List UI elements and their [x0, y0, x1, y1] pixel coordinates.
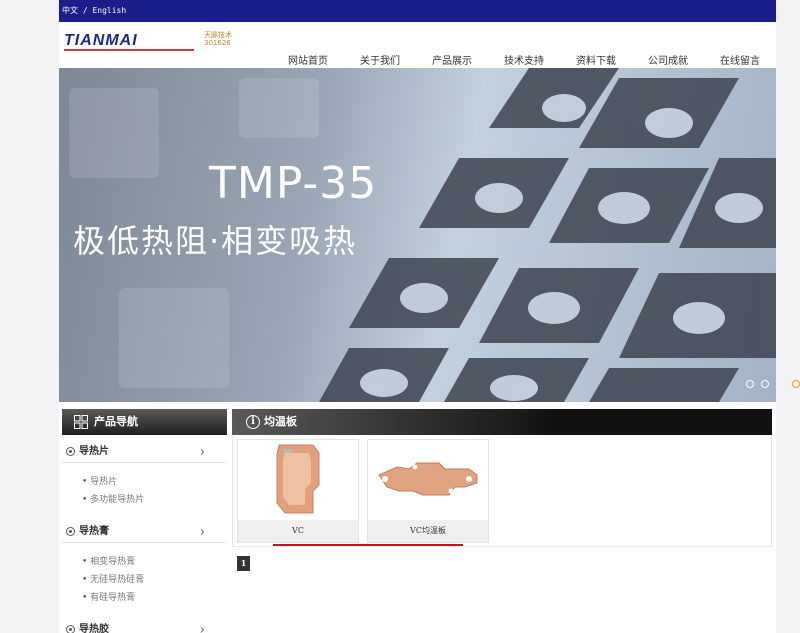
- info-icon: i: [246, 415, 260, 429]
- sidebar-item[interactable]: 相变导热膏: [82, 553, 227, 571]
- product-label: VC: [238, 520, 358, 542]
- sidebar-category-label: 导热片: [79, 446, 109, 457]
- sidebar-item[interactable]: 无硅导热硅膏: [82, 571, 227, 589]
- page: 中文 / English TIANMAI 天脉技术 301626 网站首页 关于…: [59, 0, 776, 633]
- banner-subtitle: 极低热阻·相变吸热: [73, 222, 358, 260]
- banner-title: TMP-35: [209, 158, 378, 209]
- language-switch[interactable]: 中文 / English: [62, 6, 126, 15]
- sidebar-category-glue[interactable]: 导热胶 ›: [62, 619, 227, 633]
- radio-icon: [66, 447, 75, 456]
- product-image-vc: [239, 441, 357, 521]
- logo[interactable]: TIANMAI 天脉技术 301626: [64, 30, 244, 52]
- main-content: i 均温板 VC VC均温板 1: [232, 409, 772, 571]
- product-card[interactable]: VC: [237, 439, 359, 543]
- nav-home[interactable]: 网站首页: [272, 52, 344, 67]
- sidebar-sublist-paste: 相变导热膏 无硅导热硅膏 有硅导热膏: [62, 543, 227, 613]
- nav-message[interactable]: 在线留言: [704, 52, 776, 67]
- nav-support[interactable]: 技术支持: [488, 52, 560, 67]
- sidebar-item[interactable]: 有硅导热膏: [82, 589, 227, 607]
- product-card[interactable]: VC均温板: [367, 439, 489, 543]
- sidebar-sublist-pads: 导热片 多功能导热片: [62, 463, 227, 515]
- nav-products[interactable]: 产品展示: [416, 52, 488, 67]
- logo-underline: [64, 49, 194, 51]
- section-title: 均温板: [264, 415, 297, 428]
- sidebar-category-paste[interactable]: 导热膏 ›: [62, 521, 227, 543]
- pagination-current[interactable]: 1: [237, 556, 250, 571]
- grid-icon: [74, 415, 88, 429]
- nav-achievements[interactable]: 公司成就: [632, 52, 704, 67]
- sidebar-title: 产品导航: [94, 415, 138, 428]
- product-image-vc-plate: [369, 441, 487, 521]
- active-underline: [273, 544, 463, 546]
- product-label: VC均温板: [368, 520, 488, 542]
- logo-badge: 天脉技术 301626: [204, 31, 232, 47]
- sidebar-item[interactable]: 导热片: [82, 473, 227, 491]
- hero-banner[interactable]: TMP-35 极低热阻·相变吸热: [59, 68, 776, 402]
- radio-icon: [66, 625, 75, 633]
- chevron-right-icon: ›: [199, 524, 205, 540]
- product-grid: VC VC均温板: [232, 435, 772, 547]
- carousel-dot-1[interactable]: [746, 380, 754, 388]
- header: TIANMAI 天脉技术 301626 网站首页 关于我们 产品展示 技术支持 …: [59, 22, 776, 68]
- sidebar-category-label: 导热膏: [79, 526, 109, 537]
- carousel-dot-2[interactable]: [761, 380, 769, 388]
- logo-badge-line1: 天脉技术: [204, 31, 232, 39]
- circle-indicator-icon: [792, 380, 800, 388]
- chevron-right-icon: ›: [199, 444, 205, 460]
- sidebar-item[interactable]: 多功能导热片: [82, 491, 227, 509]
- product-sidebar: 产品导航 导热片 › 导热片 多功能导热片 导热膏 › 相变导热膏 无硅导热硅膏…: [62, 409, 227, 633]
- sidebar-category-pads[interactable]: 导热片 ›: [62, 441, 227, 463]
- main-nav: 网站首页 关于我们 产品展示 技术支持 资料下载 公司成就 在线留言: [272, 52, 776, 67]
- logo-badge-line2: 301626: [204, 39, 231, 47]
- nav-about[interactable]: 关于我们: [344, 52, 416, 67]
- section-header: i 均温板: [232, 409, 772, 435]
- language-bar: 中文 / English: [59, 0, 776, 22]
- logo-text: TIANMAI: [64, 32, 138, 49]
- chevron-right-icon: ›: [199, 622, 205, 633]
- sidebar-category-label: 导热胶: [79, 624, 109, 633]
- sidebar-header: 产品导航: [62, 409, 227, 435]
- nav-downloads[interactable]: 资料下载: [560, 52, 632, 67]
- radio-icon: [66, 527, 75, 536]
